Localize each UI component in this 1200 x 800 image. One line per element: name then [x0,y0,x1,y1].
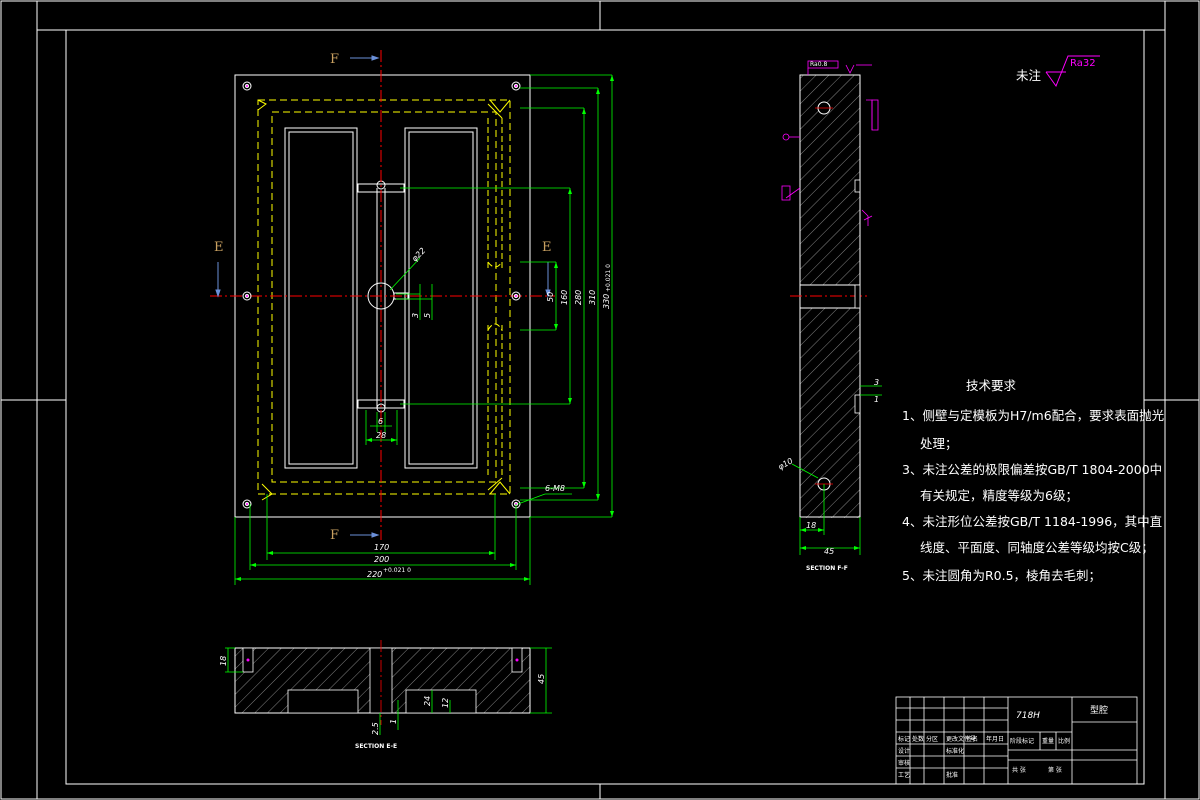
bottom-view: 18 45 2.5 1 24 12 SECTION E-E [219,640,552,750]
cavity-right-inner [408,131,474,465]
bottom-dim-18: 18 [219,656,228,666]
bottom-dim-24: 24 [423,696,432,706]
dim-phi22: φ22 [410,246,427,263]
tb-label-sheet-no: 第 张 [1048,766,1062,774]
note-line-6: 线度、平面度、同轴度公差等级均按C级； [920,540,1154,555]
cavity-left-outer [284,127,358,469]
tb-label-process: 工艺 [898,771,910,779]
front-dimension-lines [234,74,613,585]
roughness-value: Ra32 [1070,58,1096,69]
dim-330: 330 [602,294,611,309]
front-view: F F E E 50 160 280 310 330 +0.021 0 φ22 … [210,50,614,585]
dim-6: 6 [378,417,383,426]
bottom-dim-2-5: 2.5 [371,722,380,735]
side-view: 45 18 3 1 φ10 Ra0.8 SECTION F-F [777,60,882,572]
technical-notes: 技术要求 1、侧壁与定模板为H7/m6配合，要求表面抛光 处理； 3、未注公差的… [902,378,1164,583]
dim-50: 50 [546,292,555,302]
side-dim-45: 45 [824,547,834,556]
note-line-2: 处理； [920,436,958,451]
tb-label-mark: 标记 [898,735,910,743]
tb-label-review: 审核 [898,759,910,767]
section-ff-caption: SECTION F-F [806,565,848,572]
notes-title: 技术要求 [966,378,1017,393]
dim-200: 200 [374,555,389,564]
tb-label-zone: 分区 [926,735,938,743]
side-ra-label: Ra0.8 [810,61,827,68]
sheet-border [0,0,1200,800]
dim-220-tolerance: +0.021 0 [383,567,411,574]
section-label-e-left: E [214,240,224,255]
note-line-4: 有关规定，精度等级为6级； [920,488,1078,503]
tb-label-count: 处数 [912,735,924,743]
front-dim-arrows [235,75,614,581]
side-dim-3: 3 [874,378,879,387]
dim-330-tolerance: +0.021 0 [605,264,612,292]
dim-5: 5 [423,313,432,318]
section-label-f-top: F [330,52,339,67]
tb-label-scale: 比例 [1058,737,1070,745]
bottom-dim-45: 45 [537,674,546,684]
dim-220: 220 [367,570,382,579]
dim-280: 280 [574,290,583,305]
cad-drawing: F F E E 50 160 280 310 330 +0.021 0 φ22 … [0,0,1200,800]
bottom-dim-12: 12 [441,698,450,708]
tb-label-design: 设计 [898,747,910,755]
tb-label-total-sheets: 共 张 [1012,766,1026,774]
side-dim-18: 18 [806,521,816,530]
hidden-recess-inner [271,111,497,483]
note-line-5: 4、未注形位公差按GB/T 1184-1996，其中直 [902,514,1162,529]
tb-label-standard: 标准化 [946,747,964,755]
dim-160: 160 [560,290,569,305]
tb-label-stage: 阶段标记 [1010,737,1034,745]
roughness-label: 未注 [1016,68,1042,83]
dim-3: 3 [411,313,420,318]
dim-6-m8: 6-M8 [545,484,565,493]
section-label-f-bottom: F [330,528,339,543]
section-label-e-right: E [542,240,552,255]
dim-310: 310 [588,290,597,305]
center-lines [210,50,555,540]
note-line-7: 5、未注圆角为R0.5，棱角去毛刺； [902,568,1101,583]
cavity-right-outer [404,127,478,469]
side-dim-phi10: φ10 [777,456,795,472]
title-block-part-name: 型腔 [1090,704,1108,716]
note-line-1: 1、侧壁与定模板为H7/m6配合，要求表面抛光 [902,408,1164,423]
tb-label-weight: 重量 [1042,737,1054,745]
tb-label-sign: 签名 [966,735,978,743]
hidden-channels [487,118,503,478]
dim-170: 170 [374,543,389,552]
roughness-note: 未注 Ra32 [1016,55,1100,88]
side-dim-1: 1 [874,395,879,404]
dim-28: 28 [376,431,386,440]
bottom-dim-1: 1 [389,719,398,724]
tb-label-date: 年月日 [986,735,1004,743]
tb-label-approve: 批准 [946,771,958,779]
note-line-3: 3、未注公差的极限偏差按GB/T 1804-2000中 [902,462,1162,477]
title-block-material: 718H [1016,711,1040,721]
section-ee-caption: SECTION E-E [355,743,397,750]
cavity-left-inner [288,131,354,465]
